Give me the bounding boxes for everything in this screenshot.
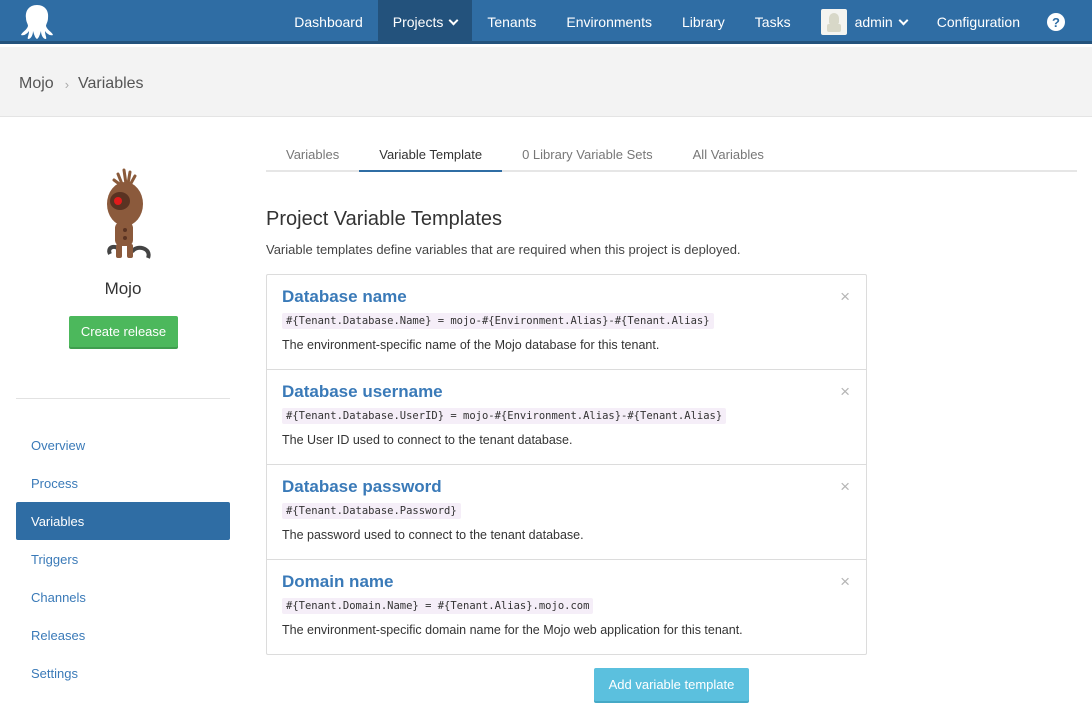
template-name[interactable]: Database password — [282, 477, 851, 497]
sidebar-item-releases[interactable]: Releases — [16, 616, 230, 654]
remove-icon[interactable]: × — [840, 478, 850, 495]
template-description: The environment-specific domain name for… — [282, 623, 743, 637]
nav-dashboard[interactable]: Dashboard — [279, 0, 378, 44]
chevron-down-icon — [448, 15, 459, 25]
tab-variables[interactable]: Variables — [266, 138, 359, 170]
template-name[interactable]: Domain name — [282, 572, 851, 592]
page-description: Variable templates define variables that… — [266, 242, 741, 257]
octopus-logo-icon[interactable] — [20, 4, 54, 40]
tab-library-variable-sets[interactable]: 0 Library Variable Sets — [502, 138, 673, 170]
create-release-button[interactable]: Create release — [69, 316, 178, 347]
template-list: Database name #{Tenant.Database.Name} = … — [266, 274, 867, 655]
help-icon: ? — [1047, 13, 1065, 31]
template-code: #{Tenant.Database.Name} = mojo-#{Environ… — [282, 313, 714, 329]
chevron-right-icon: › — [64, 76, 70, 92]
project-name: Mojo — [104, 279, 142, 298]
sidebar-item-channels[interactable]: Channels — [16, 578, 230, 616]
user-name: admin — [854, 14, 893, 30]
template-code: #{Tenant.Domain.Name} = #{Tenant.Alias}.… — [282, 598, 594, 614]
project-logo-image — [107, 168, 151, 259]
nav-user-menu[interactable]: admin — [806, 0, 922, 44]
page-title: Project Variable Templates — [266, 208, 503, 230]
template-description: The password used to connect to the tena… — [282, 528, 584, 542]
template-item: Domain name #{Tenant.Domain.Name} = #{Te… — [267, 560, 866, 654]
template-item: Database username #{Tenant.Database.User… — [267, 370, 866, 465]
nav-tasks[interactable]: Tasks — [740, 0, 806, 44]
top-nav: Dashboard Projects Tenants Environments … — [0, 0, 1092, 44]
breadcrumb-page: Variables — [78, 75, 144, 92]
nav-projects[interactable]: Projects — [377, 0, 473, 44]
template-item: Database name #{Tenant.Database.Name} = … — [267, 275, 866, 370]
sidebar-nav: Overview Process Variables Triggers Chan… — [16, 426, 230, 692]
template-description: The User ID used to connect to the tenan… — [282, 433, 573, 447]
sidebar-item-triggers[interactable]: Triggers — [16, 540, 230, 578]
sidebar-item-variables[interactable]: Variables — [16, 502, 230, 540]
sidebar-item-overview[interactable]: Overview — [16, 426, 230, 464]
remove-icon[interactable]: × — [840, 573, 850, 590]
tab-variable-template[interactable]: Variable Template — [359, 138, 503, 172]
remove-icon[interactable]: × — [840, 288, 850, 305]
template-code: #{Tenant.Database.UserID} = mojo-#{Envir… — [282, 408, 727, 424]
chevron-down-icon — [898, 15, 909, 25]
nav-configuration[interactable]: Configuration — [922, 0, 1035, 44]
template-description: The environment-specific name of the Moj… — [282, 338, 660, 352]
nav-tenants[interactable]: Tenants — [472, 0, 551, 44]
template-item: Database password #{Tenant.Database.Pass… — [267, 465, 866, 560]
sidebar-item-process[interactable]: Process — [16, 464, 230, 502]
template-code: #{Tenant.Database.Password} — [282, 503, 461, 519]
nav-environments[interactable]: Environments — [551, 0, 667, 44]
variables-tabs: Variables Variable Template 0 Library Va… — [266, 138, 1077, 172]
remove-icon[interactable]: × — [840, 383, 850, 400]
template-name[interactable]: Database username — [282, 382, 851, 402]
nav-projects-label: Projects — [392, 14, 444, 30]
template-name[interactable]: Database name — [282, 287, 851, 307]
nav-help[interactable]: ? — [1035, 0, 1092, 44]
nav-library[interactable]: Library — [667, 0, 740, 44]
breadcrumb-project[interactable]: Mojo — [19, 75, 54, 93]
breadcrumb-bar: Mojo › Variables — [0, 47, 1092, 117]
tab-all-variables[interactable]: All Variables — [673, 138, 784, 170]
sidebar-divider — [16, 398, 230, 399]
breadcrumb: Mojo › Variables — [19, 75, 144, 93]
add-variable-template-button[interactable]: Add variable template — [594, 668, 749, 701]
sidebar-item-settings[interactable]: Settings — [16, 654, 230, 692]
user-avatar — [820, 9, 847, 35]
